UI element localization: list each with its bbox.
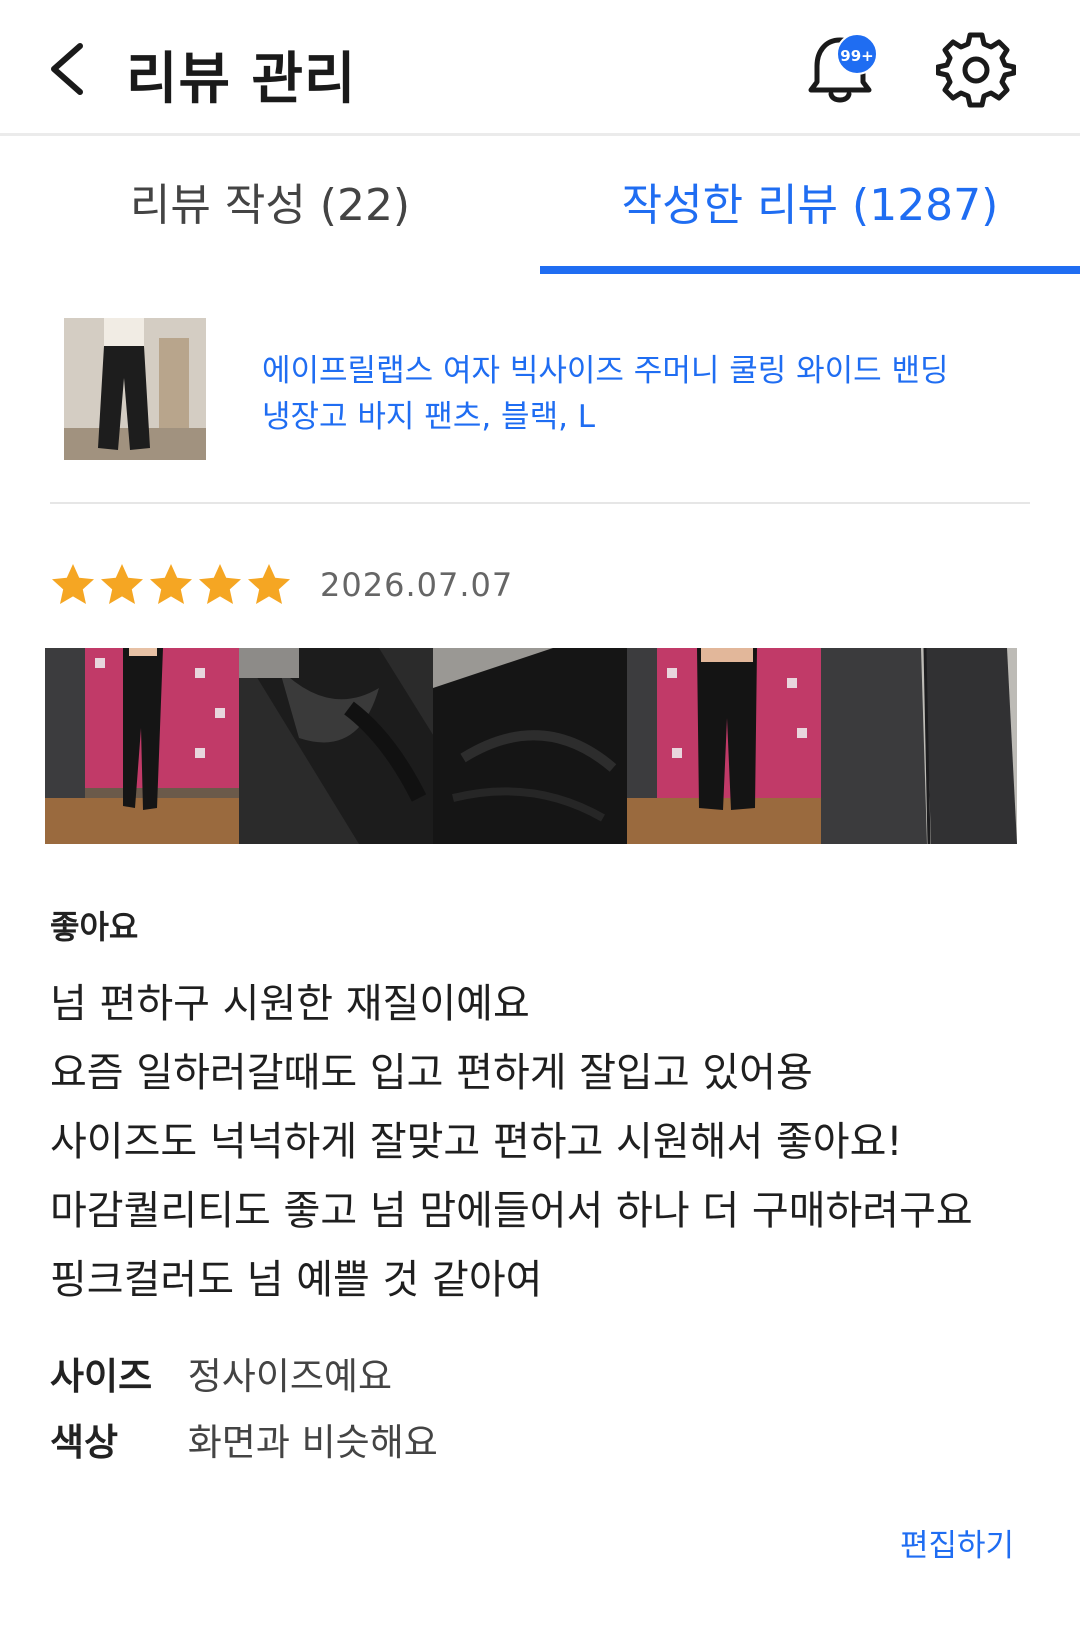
edit-review-button[interactable]: 편집하기 <box>900 1520 1014 1565</box>
review-photo-image <box>45 648 241 844</box>
product-name-line1: 에이프릴랩스 여자 빅사이즈 주머니 쿨링 와이드 밴딩 <box>262 353 949 389</box>
section-divider <box>50 502 1030 504</box>
review-line: 넘 편하구 시원한 재질이예요 <box>50 981 530 1027</box>
review-line: 사이즈도 넉넉하게 잘맞고 편하고 시원해서 좋아요! <box>50 1119 903 1165</box>
review-photo[interactable] <box>433 648 629 844</box>
review-line: 마감퀄리티도 좋고 넘 맘에들어서 하나 더 구매하려구요 <box>50 1188 973 1234</box>
product-thumbnail[interactable] <box>64 318 206 460</box>
star-icon <box>101 564 143 604</box>
product-photo <box>64 318 206 460</box>
tab-write-review[interactable]: 리뷰 작성 (22) <box>0 136 540 276</box>
star-icon <box>248 564 290 604</box>
review-photo[interactable] <box>45 648 241 844</box>
review-body: 넘 편하구 시원한 재질이예요 요즘 일하러갈때도 입고 편하게 잘입고 있어용… <box>50 970 1030 1315</box>
product-name-line2: 냉장고 바지 팬츠, 블랙, L <box>262 399 596 435</box>
review-photo[interactable] <box>627 648 823 844</box>
tab-written-reviews[interactable]: 작성한 리뷰 (1287) <box>540 136 1080 276</box>
review-photo[interactable] <box>821 648 1017 844</box>
review-photo-image <box>433 648 629 844</box>
star-icon <box>52 564 94 604</box>
review-tabs: 리뷰 작성 (22) 작성한 리뷰 (1287) <box>0 136 1080 276</box>
review-photo-image <box>627 648 823 844</box>
review-date: 2026.07.07 <box>320 566 514 604</box>
active-tab-indicator <box>540 266 1080 274</box>
settings-button[interactable] <box>935 30 1017 110</box>
review-photo-image <box>821 648 1017 844</box>
notification-badge: 99+ <box>836 33 878 75</box>
gear-icon <box>935 32 1017 108</box>
review-photo[interactable] <box>239 648 435 844</box>
review-title: 좋아요 <box>50 908 139 946</box>
attribute-label: 색상 <box>50 1421 119 1464</box>
back-button[interactable] <box>44 38 94 100</box>
product-summary: 에이프릴랩스 여자 빅사이즈 주머니 쿨링 와이드 밴딩 냉장고 바지 팬츠, … <box>0 310 1080 506</box>
attribute-label: 사이즈 <box>50 1355 153 1398</box>
chevron-left-icon <box>51 43 83 95</box>
star-icon <box>150 564 192 604</box>
page-title: 리뷰 관리 <box>126 47 357 112</box>
product-name[interactable]: 에이프릴랩스 여자 빅사이즈 주머니 쿨링 와이드 밴딩 냉장고 바지 팬츠, … <box>262 348 1002 440</box>
attribute-value: 정사이즈예요 <box>187 1355 393 1398</box>
app-header: 리뷰 관리 99+ <box>0 0 1080 136</box>
star-icon <box>199 564 241 604</box>
review-line: 요즘 일하러갈때도 입고 편하게 잘입고 있어용 <box>50 1050 813 1096</box>
review-photo-image <box>239 648 435 844</box>
attribute-size: 사이즈 정사이즈예요 <box>50 1346 393 1398</box>
attribute-color: 색상 화면과 비슷해요 <box>50 1412 438 1464</box>
review-line: 핑크컬러도 넘 예쁠 것 같아여 <box>50 1257 543 1303</box>
attribute-value: 화면과 비슷해요 <box>187 1421 438 1464</box>
